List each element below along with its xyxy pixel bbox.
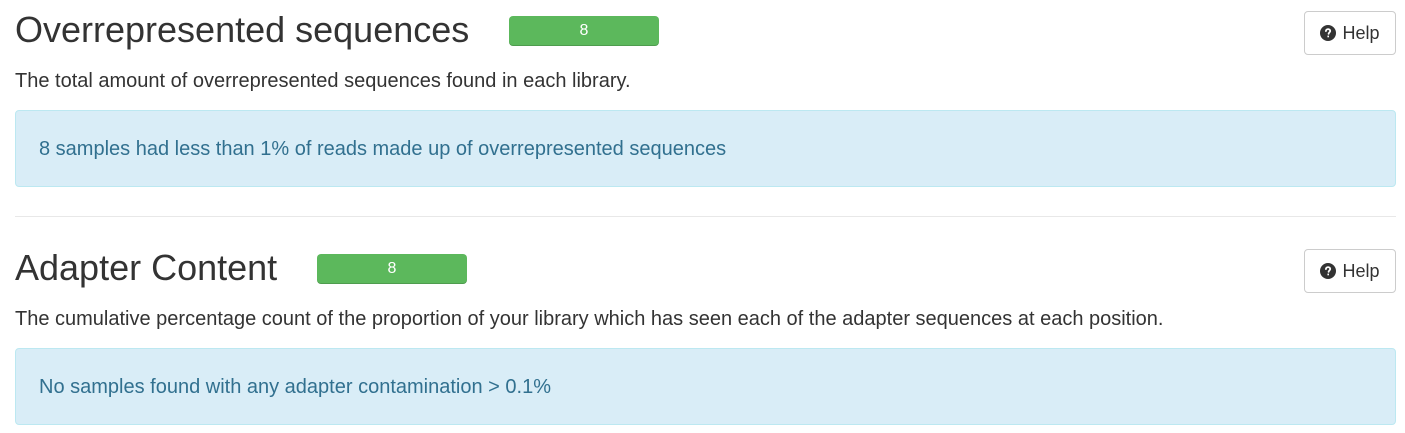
section-title: Adapter Content: [15, 247, 278, 288]
help-button[interactable]: Help: [1304, 249, 1396, 293]
report-page: Overrepresented sequences 8 Help The tot…: [0, 0, 1405, 433]
status-count-bar[interactable]: 8: [509, 16, 659, 46]
info-alert: 8 samples had less than 1% of reads made…: [15, 110, 1396, 187]
section-header: Overrepresented sequences 8 Help: [15, 0, 1396, 60]
section-divider: [15, 216, 1396, 217]
question-circle-icon: [1320, 25, 1337, 41]
help-button[interactable]: Help: [1304, 11, 1396, 55]
section-title: Overrepresented sequences: [15, 9, 470, 50]
help-button-label: Help: [1342, 260, 1380, 281]
info-alert: No samples found with any adapter contam…: [15, 348, 1396, 425]
overrepresented-sequences-section: Overrepresented sequences 8 Help The tot…: [15, 0, 1396, 187]
status-count-bar[interactable]: 8: [317, 254, 467, 284]
question-circle-icon: [1320, 263, 1337, 279]
adapter-content-section: Adapter Content 8 Help The cumulative pe…: [15, 238, 1396, 425]
section-description: The total amount of overrepresented sequ…: [15, 70, 631, 92]
help-button-label: Help: [1342, 22, 1380, 43]
section-header: Adapter Content 8 Help: [15, 238, 1396, 298]
section-description: The cumulative percentage count of the p…: [15, 308, 1164, 330]
